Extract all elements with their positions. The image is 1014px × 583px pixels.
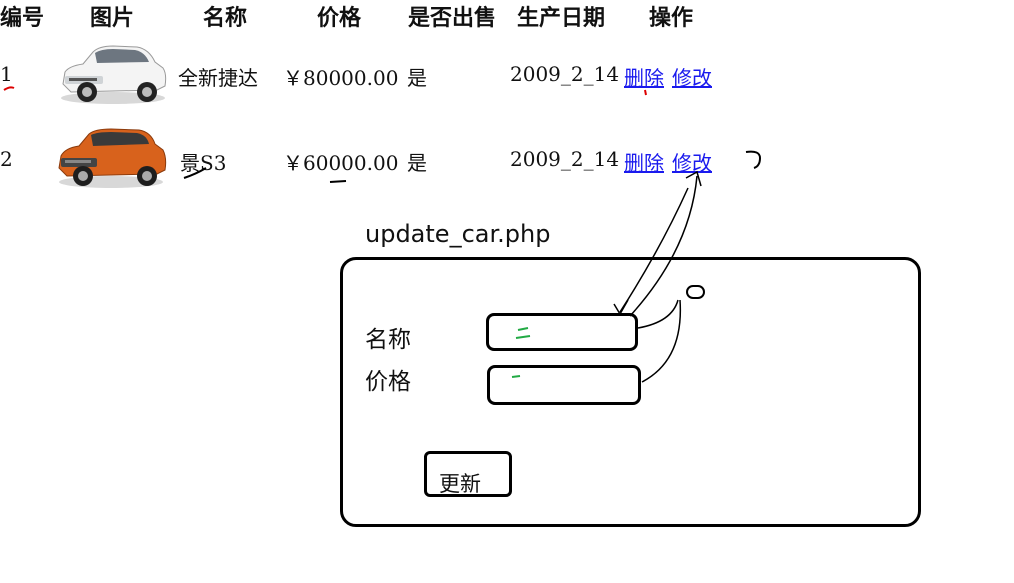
arrow-head	[685, 170, 702, 187]
scribble-mark	[329, 180, 347, 183]
red-mark	[644, 89, 647, 96]
green-mark	[511, 375, 521, 378]
connector-line	[641, 299, 682, 383]
scribble-mark	[183, 167, 207, 179]
green-mark	[515, 327, 531, 339]
red-mark	[3, 86, 15, 91]
annotation-strokes	[3, 86, 762, 383]
arrow-line	[619, 187, 689, 313]
bracket-mark	[745, 150, 762, 169]
connector-line	[637, 299, 679, 329]
circle-doodle	[686, 285, 705, 299]
